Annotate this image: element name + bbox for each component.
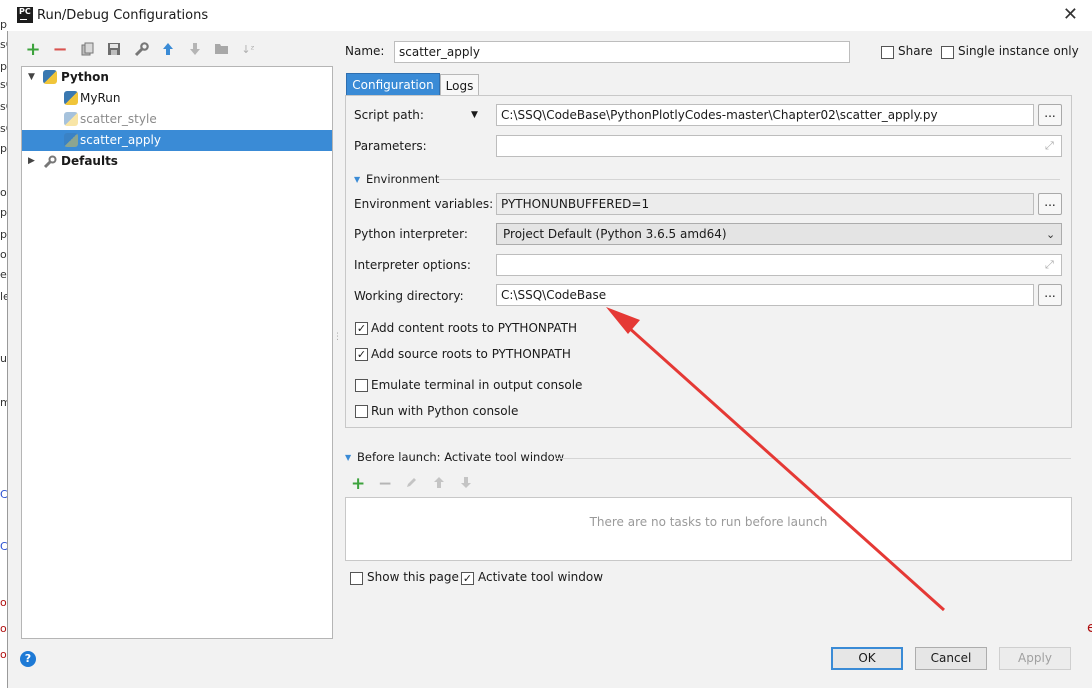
annotation-arrow	[606, 307, 946, 612]
